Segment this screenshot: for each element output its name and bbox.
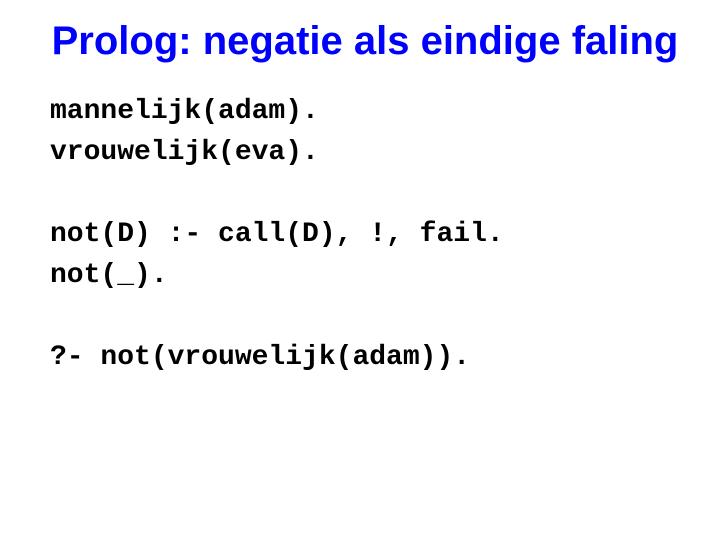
code-block-query: ?- not(vrouwelijk(adam)).	[50, 338, 680, 379]
slide-title: Prolog: negatie als eindige faling	[50, 18, 680, 64]
code-block-facts: mannelijk(adam). vrouwelijk(eva).	[50, 92, 680, 173]
code-block-rules: not(D) :- call(D), !, fail. not(_).	[50, 215, 680, 296]
slide: Prolog: negatie als eindige faling manne…	[0, 0, 720, 540]
